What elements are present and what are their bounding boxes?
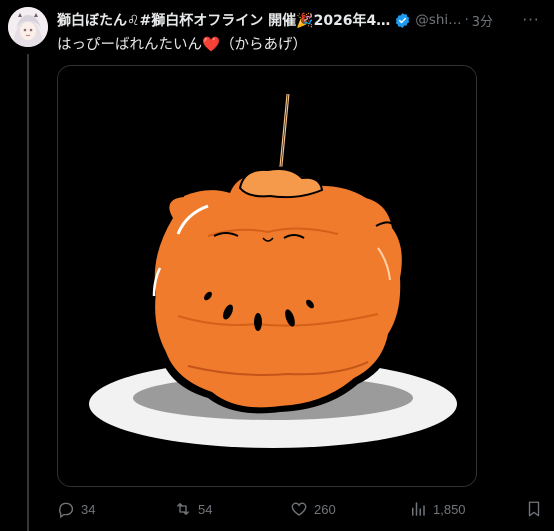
- views-icon: [412, 502, 425, 516]
- verified-badge-icon: [396, 12, 410, 28]
- avatar-image: [8, 7, 48, 47]
- post-text-suffix: （からあげ）: [220, 37, 308, 53]
- display-name[interactable]: 獅白ぼたん♌#獅白杯オフライン 開催🎉2026年4…: [57, 10, 390, 30]
- bookmark-button[interactable]: [525, 498, 549, 520]
- like-count: 260: [314, 501, 336, 517]
- like-icon: [291, 502, 307, 516]
- like-button[interactable]: 260: [290, 498, 336, 520]
- post-actions: 34 54 260 1,850: [57, 498, 547, 520]
- post-text-main: はっぴーばれんたいん: [57, 37, 202, 53]
- reply-icon: [59, 502, 74, 518]
- reply-count: 34: [81, 501, 96, 517]
- heart-emoji: ❤️: [202, 37, 221, 53]
- post-text: はっぴーばれんたいん❤️（からあげ）: [57, 33, 307, 54]
- views-button[interactable]: 1,850: [409, 498, 466, 520]
- bookmark-icon: [528, 501, 540, 517]
- more-icon: ···: [522, 11, 540, 29]
- more-options-button[interactable]: ···: [520, 9, 542, 31]
- view-count: 1,850: [433, 501, 466, 517]
- repost-button[interactable]: 54: [174, 498, 212, 520]
- repost-icon: [177, 503, 189, 515]
- karaage-illustration: [58, 66, 476, 486]
- thread-line: [27, 54, 29, 531]
- avatar[interactable]: [8, 7, 48, 47]
- reply-button[interactable]: 34: [57, 498, 95, 520]
- post-media-image[interactable]: [57, 65, 477, 487]
- post-timestamp[interactable]: 3分: [472, 11, 493, 30]
- user-handle[interactable]: @shi…: [415, 12, 461, 28]
- repost-count: 54: [198, 501, 213, 517]
- separator-dot: ·: [464, 12, 469, 28]
- post-header: 獅白ぼたん♌#獅白杯オフライン 開催🎉2026年4… @shi… · 3分 ··…: [57, 9, 544, 31]
